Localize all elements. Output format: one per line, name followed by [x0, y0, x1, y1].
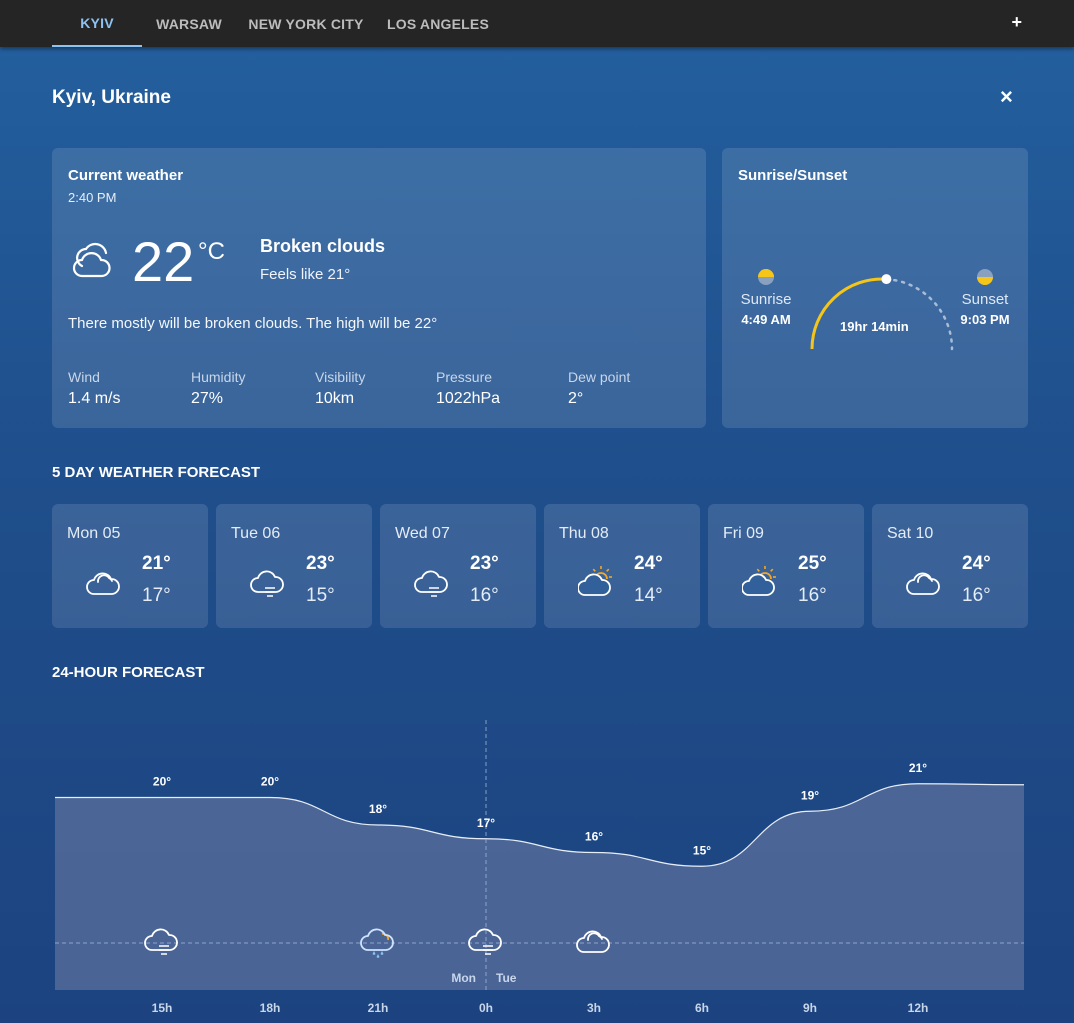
sunset-label: Sunset	[961, 291, 1009, 308]
forecast-day-name: Thu 08	[559, 525, 609, 542]
sun-cloud-icon	[742, 566, 776, 596]
metric-dew-point: Dew point 2°	[568, 369, 630, 408]
metric-label: Humidity	[191, 369, 246, 385]
sunrise-sunset-card: Sunrise/Sunset Sunrise 4:49 AM Sunset 9:…	[722, 148, 1028, 428]
forecast-day-name: Tue 06	[231, 525, 281, 542]
tab-new-york-city[interactable]: NEW YORK CITY	[236, 0, 376, 47]
sun-position-marker	[881, 274, 892, 285]
forecast-day-card[interactable]: Thu 08 24° 14°	[544, 504, 700, 628]
feels-like: Feels like 21°	[260, 266, 351, 283]
forecast-low-temp: 16°	[798, 585, 827, 606]
temperature-point-label: 19°	[801, 788, 819, 802]
metric-value: 27%	[191, 390, 224, 407]
page-title: Kyiv, Ukraine	[52, 87, 171, 108]
forecast-day-name: Fri 09	[723, 525, 764, 542]
cloud-icon	[906, 572, 940, 595]
temperature-point-label: 16°	[585, 830, 603, 844]
broken-clouds-icon	[72, 242, 111, 278]
x-tick-label: 3h	[587, 1001, 601, 1015]
current-temperature: 22	[132, 230, 195, 293]
metric-label: Dew point	[568, 369, 631, 385]
day-length: 19hr 14min	[840, 319, 909, 334]
temperature-point-label: 15°	[693, 843, 711, 857]
forecast-high-temp: 23°	[306, 553, 335, 574]
forecast-low-temp: 14°	[634, 585, 663, 606]
forecast-day-card[interactable]: Mon 05 21° 17°	[52, 504, 208, 628]
forecast-day-card[interactable]: Tue 06 23° 15°	[216, 504, 372, 628]
tab-warsaw[interactable]: WARSAW	[142, 0, 236, 47]
forecast-low-temp: 16°	[962, 585, 991, 606]
forecast-low-temp: 17°	[142, 585, 171, 606]
temperature-point-label: 21°	[909, 761, 927, 775]
sun-cloud-icon	[578, 566, 612, 596]
sunset-icon	[977, 269, 993, 285]
metric-value: 2°	[568, 390, 584, 407]
metric-pressure: Pressure 1022hPa	[436, 369, 500, 408]
x-tick-label: 18h	[260, 1001, 281, 1015]
cloud-icon	[86, 572, 120, 595]
forecast-day-card[interactable]: Sat 10 24° 16°	[872, 504, 1028, 628]
sun-arc	[758, 269, 993, 351]
forecast-high-temp: 24°	[962, 553, 991, 574]
forecast-day-name: Mon 05	[67, 525, 121, 542]
forecast-day-card[interactable]: Fri 09 25° 16°	[708, 504, 864, 628]
sunset-time: 9:03 PM	[960, 312, 1010, 327]
hourly-section-title: 24-HOUR FORECAST	[52, 664, 205, 681]
forecast-high-temp: 23°	[470, 553, 499, 574]
sunrise-icon	[758, 269, 774, 285]
sun-arc-elapsed	[810, 277, 887, 350]
current-time: 2:40 PM	[68, 190, 117, 205]
forecast-low-temp: 16°	[470, 585, 499, 606]
current-condition: Broken clouds	[260, 236, 386, 256]
x-tick-label: 12h	[908, 1001, 929, 1015]
forecast-day-card[interactable]: Wed 07 23° 16°	[380, 504, 536, 628]
x-tick-label: 0h	[479, 1001, 493, 1015]
forecast-day-name: Sat 10	[887, 525, 934, 542]
day-after-label: Tue	[496, 971, 517, 985]
forecast-high-temp: 21°	[142, 553, 171, 574]
temperature-point-label: 20°	[153, 775, 171, 789]
temperature-point-label: 20°	[261, 775, 279, 789]
add-city-button[interactable]: +	[1011, 12, 1022, 33]
x-tick-label: 9h	[803, 1001, 817, 1015]
forecast-section-title: 5 DAY WEATHER FORECAST	[52, 464, 261, 481]
weather-description: There mostly will be broken clouds. The …	[68, 315, 438, 332]
metric-value: 1.4 m/s	[68, 390, 121, 407]
temperature-point-label: 18°	[369, 802, 387, 816]
sunrise-label: Sunrise	[740, 291, 792, 308]
metric-label: Pressure	[436, 369, 493, 385]
current-weather-card: Current weather 2:40 PM 22 °C Broken clo…	[52, 148, 706, 428]
temperature-area	[55, 783, 1024, 990]
hourly-forecast-chart: Mon Tue 20° 15h 20° 18h 18° 21h 17° 0h 16° 3h 15° 6h 1…	[55, 720, 1025, 1015]
tab-los-angeles[interactable]: LOS ANGELES	[376, 0, 500, 47]
top-navigation: KYIV WARSAW NEW YORK CITY LOS ANGELES +	[0, 0, 1074, 47]
tab-kyiv[interactable]: KYIV	[52, 0, 142, 47]
sun-arc-remaining	[885, 277, 954, 351]
metric-visibility: Visibility 10km	[315, 369, 365, 408]
forecast-day-name: Wed 07	[395, 525, 450, 542]
sunrise-time: 4:49 AM	[741, 312, 791, 327]
metric-label: Visibility	[315, 369, 366, 385]
metric-label: Wind	[68, 369, 100, 385]
forecast-high-temp: 24°	[634, 553, 663, 574]
temperature-point-label: 17°	[477, 816, 495, 830]
temperature-unit: °C	[198, 238, 225, 265]
metric-wind: Wind 1.4 m/s	[68, 369, 120, 408]
x-tick-label: 21h	[368, 1001, 389, 1015]
metric-value: 10km	[315, 390, 355, 407]
close-button[interactable]: ×	[1000, 84, 1013, 110]
fog-cloud-icon	[250, 570, 284, 597]
card-title: Current weather	[68, 167, 184, 184]
x-tick-label: 15h	[152, 1001, 173, 1015]
fog-cloud-icon	[414, 570, 448, 597]
x-tick-label: 6h	[695, 1001, 709, 1015]
metric-value: 1022hPa	[436, 390, 501, 407]
day-before-label: Mon	[451, 971, 476, 985]
metric-humidity: Humidity 27%	[191, 369, 245, 408]
forecast-high-temp: 25°	[798, 553, 827, 574]
forecast-low-temp: 15°	[306, 585, 335, 606]
